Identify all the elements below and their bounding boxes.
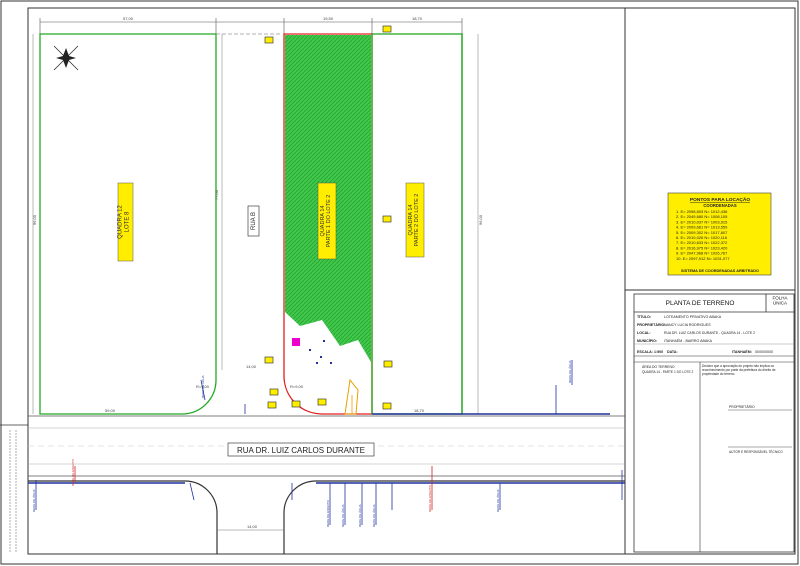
titleblock-sign1: PROPRIETÁRIO [729, 405, 755, 409]
titleblock-municipio-label: MUNICÍPIO: [637, 338, 657, 343]
left-margin-notes [9, 430, 17, 552]
sheet-label: FOLHA ÚNICA [772, 296, 787, 306]
titleblock-local-label: LOCAL: [637, 331, 651, 335]
pipe-label: REDE DE ESGOTO [71, 458, 75, 486]
titleblock-area-value: QUADRA 14 - PARTE 1 DO LOTE 2 [642, 370, 693, 374]
coordinate-row: 10. E= 2097,912 N= 1031,077 [676, 256, 730, 261]
titleblock-area-title: ÁREA DO TERRENO [642, 365, 675, 369]
pipe-label: REDE DE ÁGUA [341, 504, 345, 527]
titleblock-itanhaem-value: 00/00/0000 [755, 350, 773, 354]
pipe-label: REDE DE ÁGUA [568, 360, 572, 383]
plan-dims-top-left: 57,00 [123, 16, 134, 21]
titleblock-escala-label: ESCALA: 1:500 [637, 350, 663, 354]
north-arrow-icon [53, 45, 79, 71]
plan-dims-mid-v: 77,00 [214, 189, 219, 200]
pipe-label: REDE DE ÁGUA [372, 504, 376, 527]
magenta-marker [292, 338, 300, 346]
titleblock-titulo-value: LOTEAMENTO PRIVATIVO ABAKA [664, 315, 722, 319]
sheet-border [0, 0, 799, 565]
titleblock-data-label: DATA: [667, 350, 678, 354]
pipe-label: REDE DE ÁGUA [496, 489, 500, 512]
plan-dims-right-v: 96,00 [478, 214, 483, 225]
declaration-note: Declaro que a aprovação do projeto não i… [702, 364, 776, 376]
pipe-label: REDE DE ÁGUA [32, 489, 36, 512]
titleblock-proprietario-label: PROPRIETÁRIO: [637, 322, 666, 327]
pipe-label: REDE DE ÁGUA [201, 375, 205, 398]
plan-dims-bottom-right: 18,70 [414, 408, 425, 413]
plan-dims-corner-r: R=9,00 [290, 384, 304, 389]
street-name: RUA DR. LUIZ CARLOS DURANTE [237, 446, 365, 455]
points-title: PONTOS PARA LOCAÇÃO [690, 196, 750, 203]
plan-dims-bottom-left: 59,00 [105, 408, 116, 413]
side-panel-frame [624, 7, 796, 555]
titleblock-titulo-label: TÍTULO: [637, 314, 651, 319]
plan-dims-bottom-far: 14,00 [247, 524, 258, 529]
plan-title: PLANTA DE TERRENO [666, 300, 735, 307]
titleblock-proprietario-value: NANCY LUCIA RODRIGUES [664, 323, 711, 327]
titleblock-municipio-value: ITANHAÉM - BAIRRO ABAKA [664, 338, 713, 343]
points-subtitle: COORDENADAS [703, 203, 736, 208]
titleblock-itanhaem-label: ITANHAÉM: [732, 349, 752, 354]
plan-dims-bottom-mid: 14,00 [246, 364, 257, 369]
pipe-label: REDE DE ESGOTO [326, 499, 330, 527]
plan-dims-top-right: 18,70 [412, 16, 423, 21]
plan-dims-top-mid: 19,50 [323, 16, 334, 21]
plan-dims-left-v: 96,00 [32, 214, 37, 225]
site-plan-drawing: QUADRA 12LOTE 8 QUADRA 14PARTE 1 DO LOTE… [0, 0, 799, 565]
pipe-label: REDE DE ÁGUA [358, 504, 362, 527]
rua-b-label: RUA B [251, 212, 257, 230]
titleblock-local-value: RUA DR. LUIZ CARLOS DURANTE - QUADRA 14 … [664, 331, 755, 335]
pipe-label: REDE DE ESGOTO [428, 484, 432, 512]
titleblock-sign2: AUTOR E RESPONSÁVEL TÉCNICO [729, 449, 783, 454]
points-footer: SISTEMA DE COORDENADAS ARBITRADO [681, 269, 759, 273]
